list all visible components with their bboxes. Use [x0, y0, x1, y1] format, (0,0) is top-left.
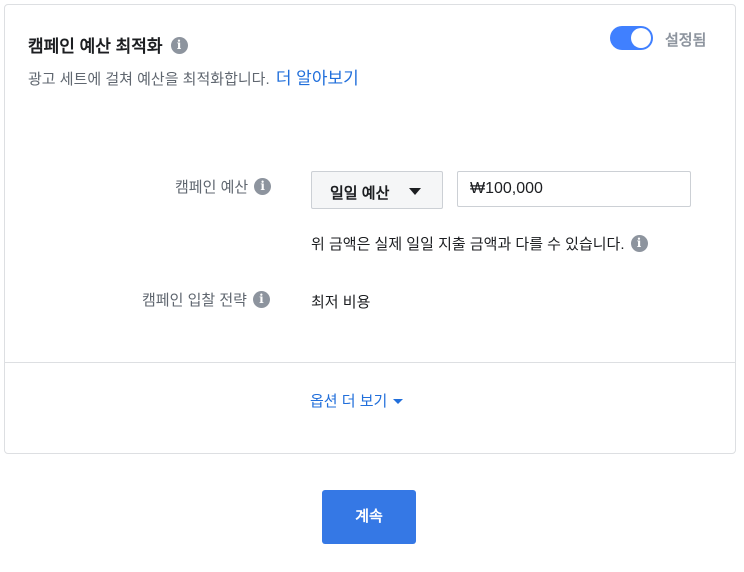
toggle-knob: [631, 28, 651, 48]
budget-note: 위 금액은 실제 일일 지출 금액과 다를 수 있습니다. i: [311, 233, 648, 254]
bid-strategy-label-text: 캠페인 입찰 전략: [142, 292, 247, 309]
info-icon[interactable]: i: [254, 177, 272, 195]
info-icon[interactable]: i: [252, 290, 270, 308]
info-icon[interactable]: i: [170, 37, 188, 55]
bid-strategy-value: 최저 비용: [311, 294, 371, 311]
more-options-text: 옵션 더 보기: [310, 393, 388, 410]
budget-amount-input[interactable]: [457, 171, 691, 207]
budget-type-dropdown[interactable]: 일일 예산: [311, 171, 443, 209]
divider: [5, 362, 735, 363]
campaign-budget-label-text: 캠페인 예산: [175, 179, 249, 196]
continue-button[interactable]: 계속: [322, 490, 416, 544]
learn-more-link[interactable]: 더 알아보기: [276, 69, 359, 88]
bid-strategy-label: 캠페인 입찰 전략 i: [142, 289, 270, 310]
campaign-budget-card: 캠페인 예산 최적화 i 광고 세트에 걸쳐 예산을 최적화합니다. 더 알아보기…: [4, 4, 736, 454]
more-options-link[interactable]: 옵션 더 보기: [310, 390, 404, 411]
caret-down-icon: [393, 399, 404, 404]
budget-type-value: 일일 예산: [330, 185, 390, 202]
budget-optimization-toggle[interactable]: [610, 26, 653, 50]
budget-note-text: 위 금액은 실제 일일 지출 금액과 다를 수 있습니다.: [311, 236, 625, 253]
subtitle-text: 광고 세트에 걸쳐 예산을 최적화합니다.: [28, 71, 270, 88]
section-title-text: 캠페인 예산 최적화: [28, 37, 163, 56]
toggle-status-label: 설정됨: [665, 32, 707, 49]
caret-down-icon: [409, 188, 421, 195]
section-subtitle: 광고 세트에 걸쳐 예산을 최적화합니다. 더 알아보기: [28, 64, 359, 89]
campaign-budget-label: 캠페인 예산 i: [175, 176, 272, 197]
section-title: 캠페인 예산 최적화 i: [28, 32, 188, 57]
info-icon[interactable]: i: [630, 234, 648, 252]
